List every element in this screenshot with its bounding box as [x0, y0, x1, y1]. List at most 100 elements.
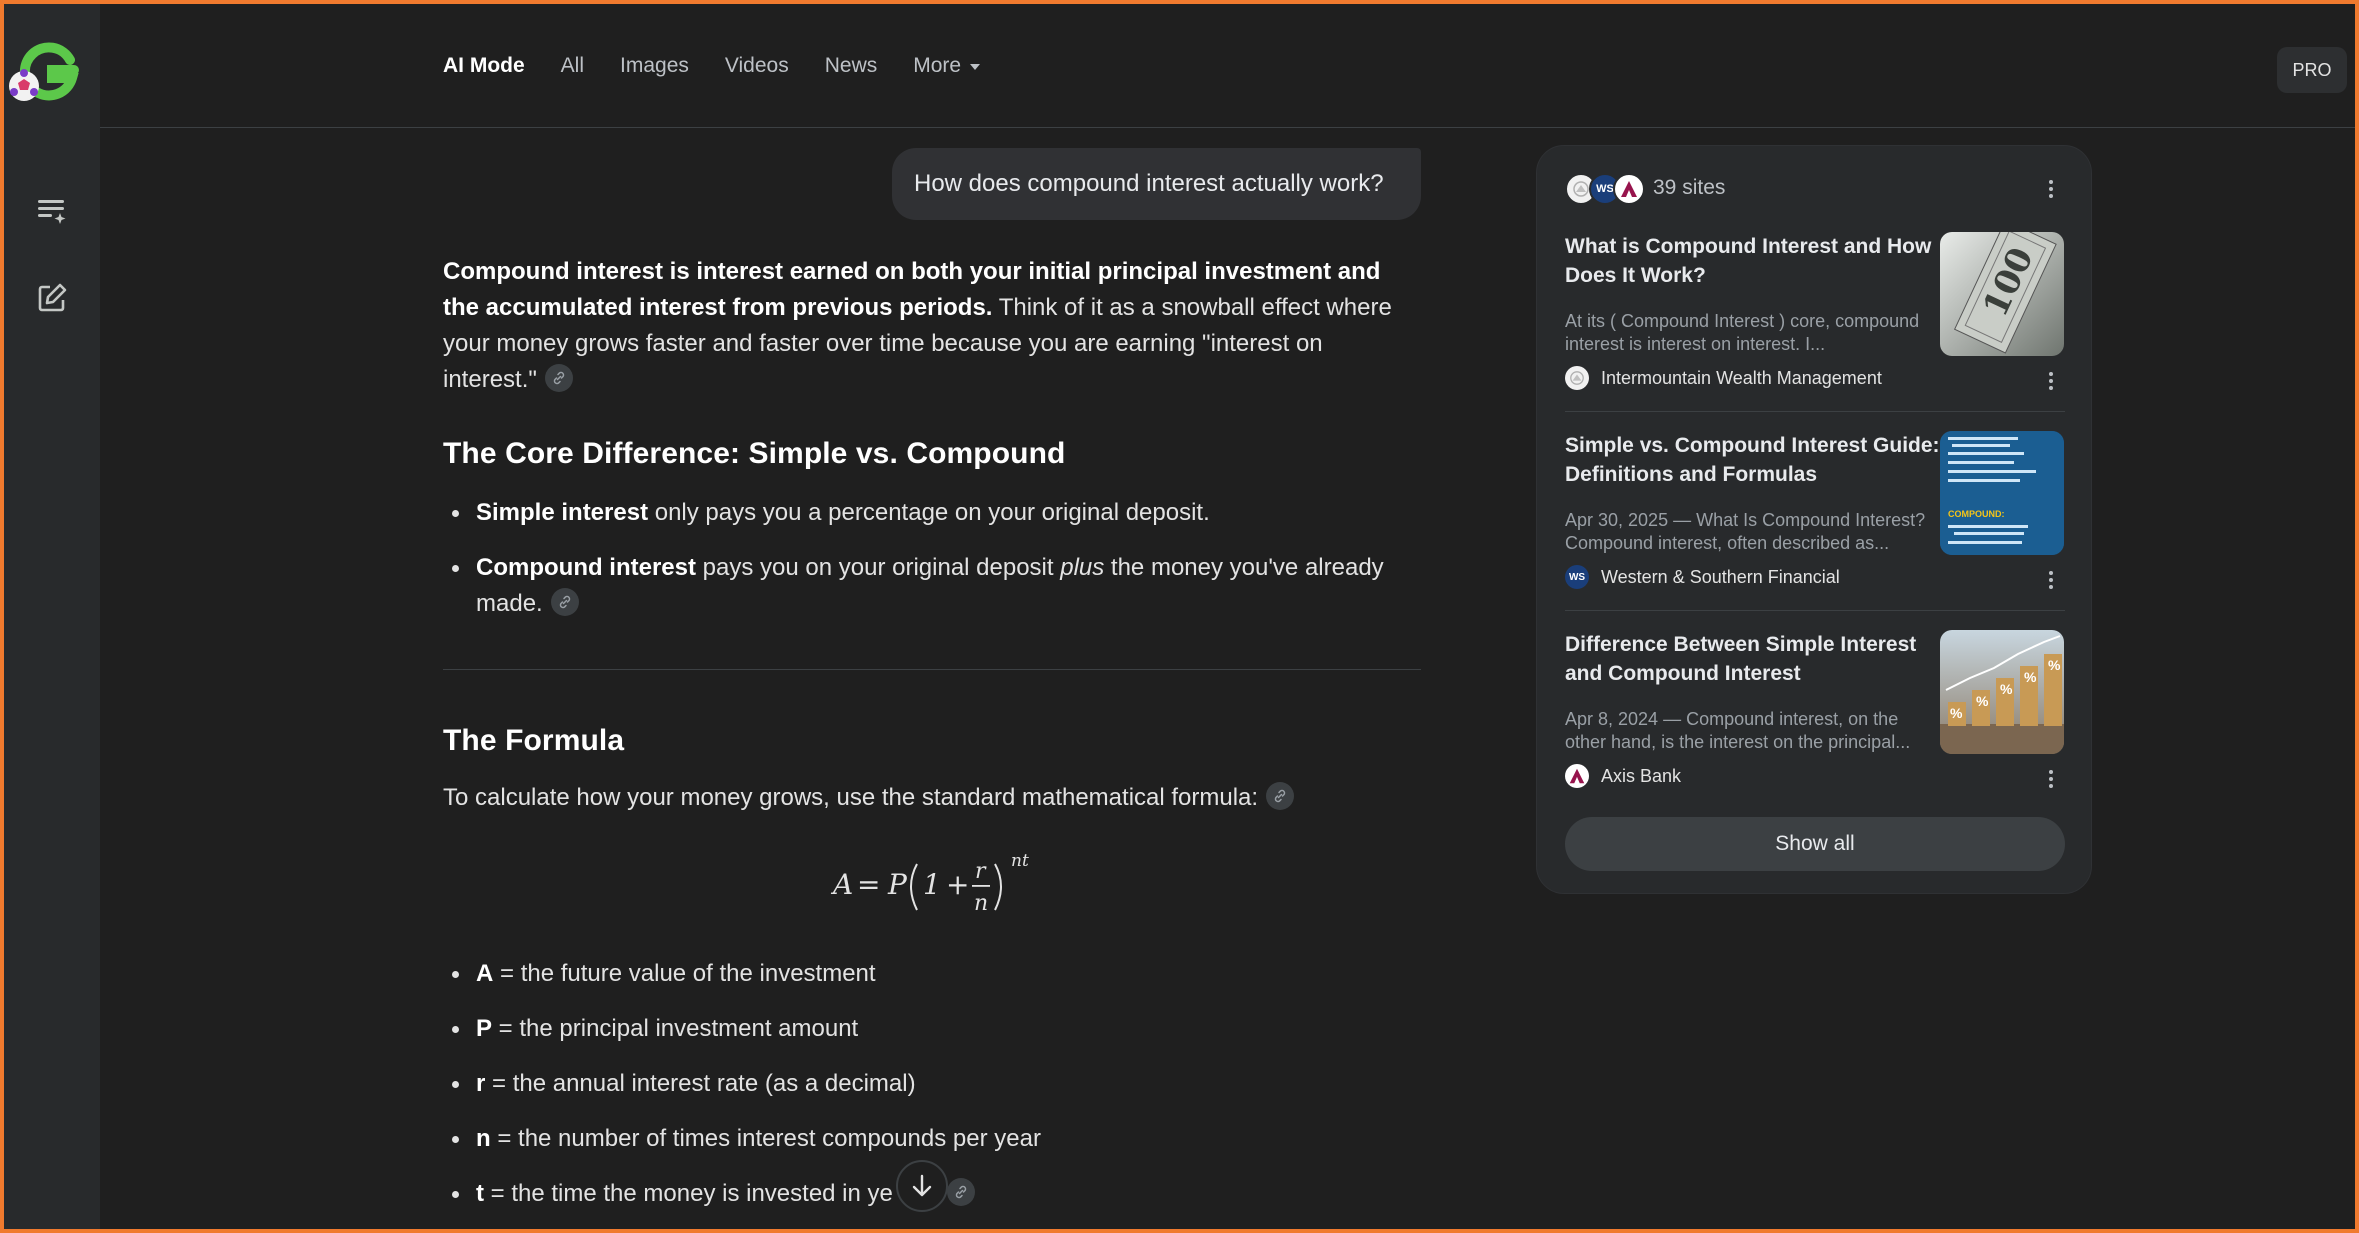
- var-desc: = the time the money is invested in ye: [484, 1180, 893, 1207]
- list-item: Simple interest only pays you a percenta…: [443, 495, 1423, 531]
- left-rail: [4, 4, 100, 1229]
- tab-more[interactable]: More: [913, 54, 981, 78]
- var-desc: = the future value of the investment: [493, 960, 876, 987]
- western-southern-favicon-icon: WS: [1565, 565, 1589, 589]
- list-item: r = the annual interest rate (as a decim…: [443, 1066, 1423, 1102]
- source-thumbnail-infographic: COMPOUND:: [1940, 431, 2064, 555]
- source-card-snippet: At its ( Compound Interest ) core, compo…: [1565, 311, 1920, 354]
- scroll-down-button[interactable]: [896, 1160, 948, 1212]
- formula-denominator: n: [974, 891, 988, 916]
- source-attribution: Intermountain Wealth Management: [1565, 366, 1882, 390]
- tab-ai-mode[interactable]: AI Mode: [443, 54, 525, 78]
- section-divider: [443, 669, 1421, 670]
- source-card-snippet: Apr 8, 2024 — Compound interest, on the …: [1565, 709, 1911, 752]
- list-item: Compound interest pays you on your origi…: [443, 550, 1423, 622]
- svg-text:%: %: [2024, 669, 2037, 685]
- section-heading-formula: The Formula: [443, 724, 625, 757]
- tab-news[interactable]: News: [825, 54, 878, 78]
- show-all-button[interactable]: Show all: [1565, 817, 2065, 871]
- var-desc: = the number of times interest compounds…: [490, 1125, 1041, 1152]
- source-attribution: WS Western & Southern Financial: [1565, 565, 1840, 589]
- axis-bank-favicon-icon: [1613, 173, 1645, 205]
- bullet-bold: Compound interest: [476, 554, 696, 581]
- formula-intro: To calculate how your money grows, use t…: [443, 780, 1423, 816]
- tab-label: AI Mode: [443, 54, 525, 77]
- source-card-menu-icon[interactable]: [2039, 366, 2063, 396]
- citation-link-icon[interactable]: [1266, 781, 1295, 810]
- source-name: Axis Bank: [1601, 765, 1682, 786]
- compound-interest-formula: A = P 1 + r n nt: [830, 848, 1043, 930]
- source-card[interactable]: Difference Between Simple Interest and C…: [1565, 630, 2065, 810]
- source-card[interactable]: What is Compound Interest and How Does I…: [1565, 232, 2065, 412]
- tab-videos[interactable]: Videos: [725, 54, 789, 78]
- svg-text:%: %: [1950, 705, 1963, 721]
- var-symbol: r: [476, 1070, 486, 1097]
- list-item: A = the future value of the investment: [443, 956, 1423, 992]
- sources-panel: WS 39 sites What is Compound Interest an…: [1536, 145, 2092, 894]
- card-divider: [1565, 411, 2065, 412]
- formula-equals: =: [857, 868, 880, 901]
- source-thumbnail-banknote: 100: [1940, 232, 2064, 356]
- g-soccer-logo-icon[interactable]: [8, 42, 80, 104]
- svg-text:%: %: [1976, 693, 1989, 709]
- arrow-down-icon: [912, 1174, 932, 1197]
- var-desc: = the annual interest rate (as a decimal…: [485, 1070, 916, 1097]
- mode-tabs: AI Mode All Images Videos News More: [443, 54, 1016, 78]
- show-all-label: Show all: [1775, 832, 1855, 855]
- source-attribution: Axis Bank: [1565, 764, 1681, 788]
- var-symbol: A: [476, 960, 494, 987]
- citation-link-icon[interactable]: [946, 1177, 975, 1206]
- source-thumbnail-coins-percent: %%%%%: [1940, 630, 2064, 754]
- formula-intro-text: To calculate how your money grows, use t…: [443, 784, 1259, 811]
- svg-text:%: %: [2000, 681, 2013, 697]
- var-symbol: n: [476, 1125, 491, 1152]
- formula-p: P: [887, 868, 908, 901]
- source-name: Intermountain Wealth Management: [1601, 367, 1882, 388]
- var-desc: = the principal investment amount: [492, 1015, 859, 1042]
- var-symbol: t: [476, 1180, 484, 1207]
- source-card-menu-icon[interactable]: [2039, 764, 2063, 794]
- sources-menu-icon[interactable]: [2039, 174, 2063, 204]
- formula-lhs: A: [830, 868, 853, 901]
- user-query-bubble: How does compound interest actually work…: [892, 148, 1421, 220]
- source-name: Western & Southern Financial: [1601, 566, 1840, 587]
- bullet-text: only pays you a percentage on your origi…: [648, 499, 1210, 526]
- source-card-snippet: Apr 30, 2025 — What Is Compound Interest…: [1565, 510, 1926, 553]
- caret-down-icon: [970, 64, 981, 70]
- axis-bank-favicon-icon: [1565, 764, 1589, 788]
- formula-plus: +: [946, 868, 969, 901]
- bullet-bold: Simple interest: [476, 499, 649, 526]
- source-favicons: WS: [1565, 170, 1649, 206]
- source-card-title: Simple vs. Compound Interest Guide: Defi…: [1565, 434, 1940, 486]
- tab-label: News: [824, 54, 878, 77]
- sites-count: 39 sites: [1653, 176, 1726, 199]
- source-card-title: What is Compound Interest and How Does I…: [1565, 235, 1932, 287]
- source-card-menu-icon[interactable]: [2039, 565, 2063, 595]
- formula-numerator: r: [975, 859, 987, 884]
- answer-intro: Compound interest is interest earned on …: [443, 254, 1423, 398]
- tab-label: Videos: [724, 54, 789, 77]
- citation-link-icon[interactable]: [544, 363, 573, 392]
- list-sparkle-icon[interactable]: [30, 188, 74, 232]
- intermountain-favicon-icon: [1565, 366, 1589, 390]
- bullet-text: pays you on your original deposit: [696, 554, 1061, 581]
- var-symbol: P: [476, 1015, 493, 1042]
- source-card-title: Difference Between Simple Interest and C…: [1565, 633, 1917, 685]
- list-item: n = the number of times interest compoun…: [443, 1121, 1423, 1157]
- pro-label: PRO: [2292, 59, 2332, 80]
- pro-button[interactable]: PRO: [2277, 47, 2347, 93]
- tab-images[interactable]: Images: [620, 54, 689, 78]
- formula-one: 1: [923, 868, 941, 901]
- bullet-italic: plus: [1060, 554, 1105, 581]
- citation-link-icon[interactable]: [550, 587, 579, 616]
- list-item: P = the principal investment amount: [443, 1011, 1423, 1047]
- tab-all[interactable]: All: [561, 54, 584, 78]
- edit-square-icon[interactable]: [30, 276, 74, 320]
- user-query-text: How does compound interest actually work…: [914, 170, 1384, 197]
- svg-text:%: %: [2048, 657, 2061, 673]
- top-bar: AI Mode All Images Videos News More PRO: [100, 4, 2355, 128]
- card-divider: [1565, 610, 2065, 611]
- source-card[interactable]: Simple vs. Compound Interest Guide: Defi…: [1565, 431, 2065, 611]
- tab-label: Images: [620, 54, 689, 77]
- formula-exponent: nt: [1011, 851, 1029, 871]
